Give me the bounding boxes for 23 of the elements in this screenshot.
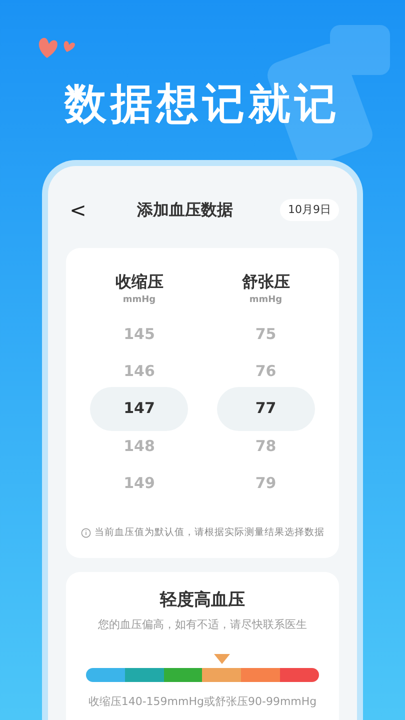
- headline: 数据想记就记: [64, 78, 340, 130]
- picker-title: 收缩压: [115, 271, 164, 293]
- picker-value[interactable]: 78: [216, 428, 315, 464]
- unit-label: mmHg: [249, 294, 282, 307]
- screen-title: 添加血压数据: [136, 199, 234, 221]
- picker-value[interactable]: 77: [216, 386, 315, 430]
- range-text: 收缩压140-159mmHg或舒张压90-99mmHg: [88, 694, 317, 710]
- date-chip[interactable]: 10月9日: [280, 198, 339, 222]
- picker-value[interactable]: 79: [216, 464, 315, 502]
- picker-value[interactable]: 149: [90, 464, 188, 502]
- back-button[interactable]: <: [66, 195, 90, 225]
- result-title: 轻度高血压: [160, 588, 245, 612]
- picker-value[interactable]: 146: [90, 352, 188, 390]
- picker-title: 舒张压: [242, 271, 290, 293]
- picker-value[interactable]: 75: [216, 316, 315, 352]
- picker-value[interactable]: 76: [216, 352, 315, 390]
- advice-text: 您的血压偏高，如有不适，请尽快联系医生: [98, 617, 307, 634]
- note-text: 当前血压值为默认值，请根据实际测量结果选择数据: [94, 526, 324, 540]
- unit-label: mmHg: [122, 294, 156, 307]
- picker-value[interactable]: 145: [90, 316, 188, 352]
- picker-value[interactable]: 148: [90, 428, 188, 464]
- picker-value[interactable]: 147: [90, 386, 188, 430]
- info-icon: [80, 528, 90, 538]
